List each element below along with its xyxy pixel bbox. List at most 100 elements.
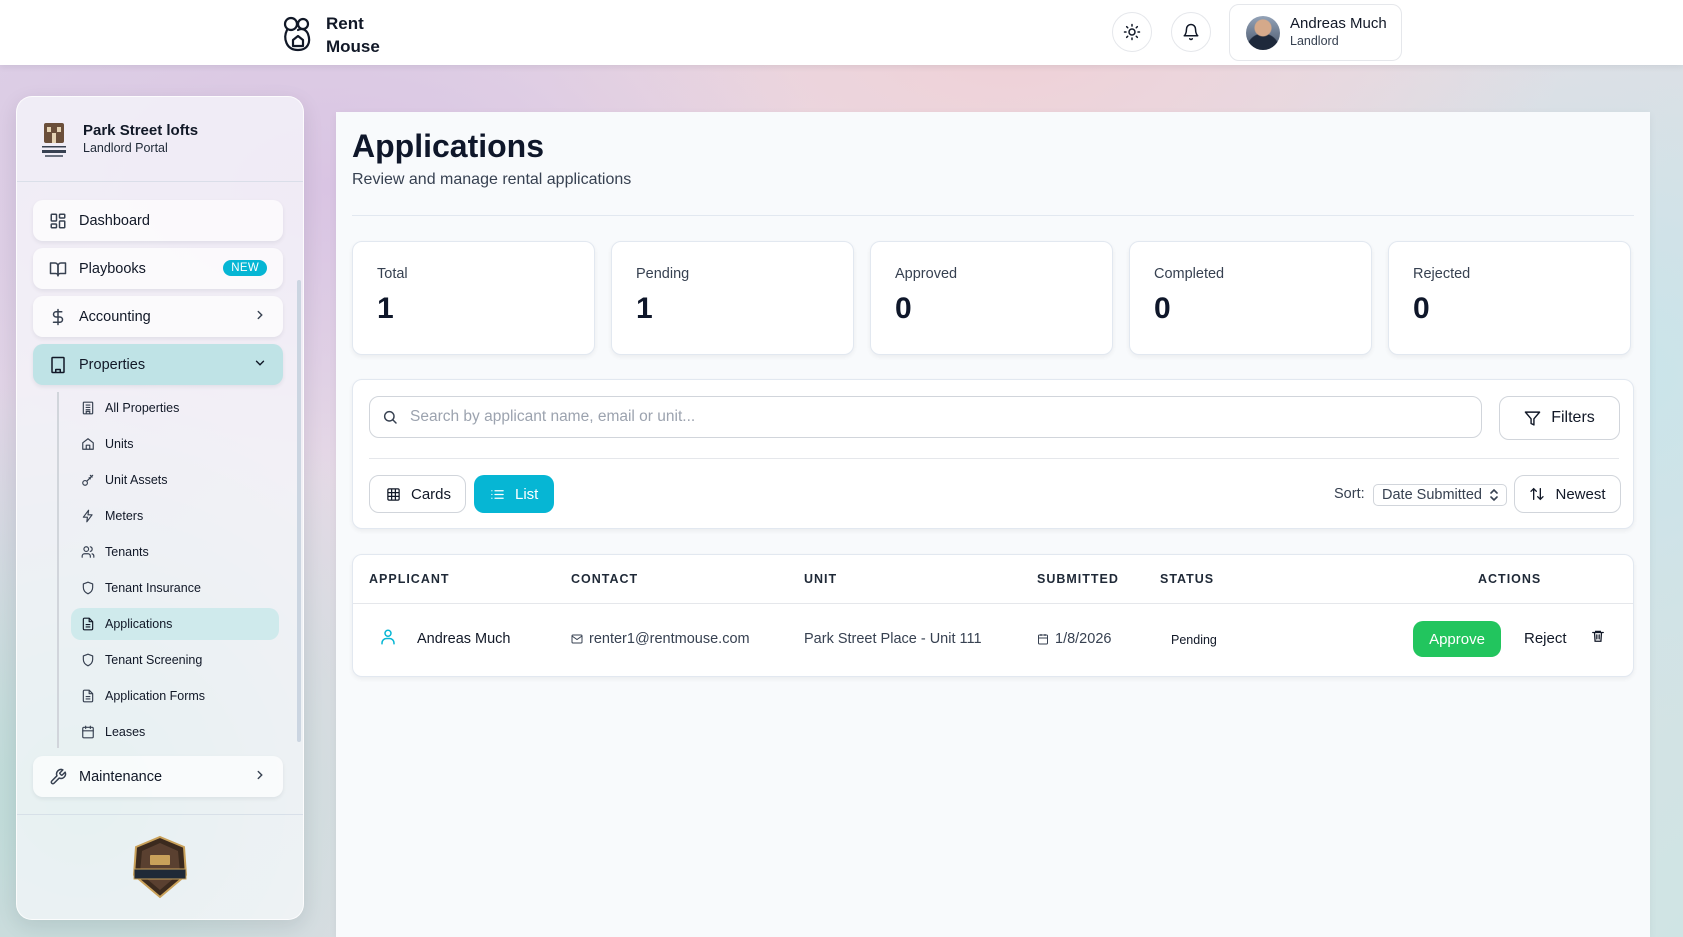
stat-value: 0	[1154, 292, 1171, 325]
sidebar-item-maintenance[interactable]: Maintenance	[33, 756, 283, 797]
top-bar: Rent Mouse Andreas Much Landlord	[0, 0, 1683, 65]
column-header-unit: UNIT	[804, 572, 838, 586]
divider	[352, 215, 1634, 216]
users-icon	[81, 545, 95, 559]
sidebar-subitem-all-properties[interactable]: All Properties	[71, 392, 279, 424]
sort-value: Date Submitted	[1382, 487, 1482, 503]
view-cards-button[interactable]: Cards	[369, 475, 466, 513]
sidebar-item-label: Dashboard	[79, 212, 150, 229]
reject-button[interactable]: Reject	[1524, 630, 1567, 647]
approve-button[interactable]: Approve	[1413, 621, 1501, 657]
mouse-logo-icon	[282, 16, 314, 54]
theme-toggle-button[interactable]	[1112, 12, 1152, 52]
dashboard-icon	[49, 212, 67, 230]
sidebar-header[interactable]: Park Street lofts Landlord Portal	[17, 97, 303, 182]
properties-submenu: All Properties Units Unit Assets Meters …	[57, 392, 283, 748]
sort-label: Sort:	[1334, 486, 1365, 502]
park-street-lofts-logo-icon	[39, 119, 69, 159]
search-box[interactable]	[369, 396, 1482, 438]
brand-name-line2: Mouse	[326, 37, 380, 56]
stat-value: 0	[895, 292, 912, 325]
home-icon	[81, 437, 95, 451]
sort-order-button[interactable]: Newest	[1514, 475, 1621, 513]
sort-arrows-icon	[1529, 486, 1545, 502]
sidebar-subitem-tenants[interactable]: Tenants	[71, 536, 279, 568]
sort-select[interactable]: Date Submitted	[1373, 484, 1507, 506]
stat-value: 1	[377, 292, 394, 325]
stat-card-completed: Completed 0	[1129, 241, 1372, 355]
column-header-contact: CONTACT	[571, 572, 639, 586]
org-name: Park Street lofts	[83, 122, 199, 139]
stat-label: Rejected	[1413, 266, 1471, 282]
stat-value: 0	[1413, 292, 1430, 325]
view-list-label: List	[515, 485, 539, 503]
user-name: Andreas Much	[1290, 15, 1387, 32]
chevron-right-icon	[253, 308, 267, 322]
table-row[interactable]: Andreas Much renter1@rentmouse.com Park …	[353, 604, 1633, 676]
dollar-icon	[49, 308, 67, 326]
sidebar-item-dashboard[interactable]: Dashboard	[33, 200, 283, 241]
sidebar-subitem-applications[interactable]: Applications	[71, 608, 279, 640]
sidebar-subitem-label: Tenants	[105, 545, 149, 559]
bolt-icon	[81, 509, 95, 523]
notifications-button[interactable]	[1171, 12, 1211, 52]
applicant-contact[interactable]: renter1@rentmouse.com	[571, 631, 750, 647]
calendar-icon	[1037, 633, 1049, 645]
stat-label: Completed	[1154, 266, 1225, 282]
brand-logo[interactable]: Rent Mouse	[282, 12, 386, 58]
sidebar-subitem-label: Applications	[105, 617, 173, 631]
sidebar-subitem-application-forms[interactable]: Application Forms	[71, 680, 279, 712]
bell-icon	[1182, 23, 1200, 41]
stat-card-pending: Pending 1	[611, 241, 854, 355]
divider	[369, 458, 1619, 459]
contact-email: renter1@rentmouse.com	[589, 631, 750, 647]
document-icon	[81, 617, 95, 631]
sort-order-label: Newest	[1555, 485, 1606, 503]
sidebar: Park Street lofts Landlord Portal Dashbo…	[16, 96, 304, 920]
status-badge: Pending	[1171, 633, 1217, 647]
table-header: APPLICANT CONTACT UNIT SUBMITTED STATUS …	[353, 555, 1633, 604]
sidebar-subitem-leases[interactable]: Leases	[71, 716, 279, 748]
sidebar-item-properties[interactable]: Properties	[33, 344, 283, 385]
sidebar-item-label: Accounting	[79, 308, 151, 325]
pro-founding-member-badge-icon	[128, 835, 192, 899]
sidebar-subitem-meters[interactable]: Meters	[71, 500, 279, 532]
column-header-applicant: APPLICANT	[369, 572, 450, 586]
view-list-button[interactable]: List	[474, 475, 554, 513]
filters-button[interactable]: Filters	[1499, 396, 1620, 440]
sidebar-subitem-tenant-screening[interactable]: Tenant Screening	[71, 644, 279, 676]
main-content: Applications Review and manage rental ap…	[336, 112, 1650, 937]
stat-card-approved: Approved 0	[870, 241, 1113, 355]
stat-label: Approved	[895, 266, 958, 282]
list-icon	[490, 487, 505, 502]
sidebar-nav: Dashboard Playbooks NEW Accounting Prope…	[33, 200, 283, 804]
sidebar-subitem-label: Units	[105, 437, 134, 451]
sidebar-item-accounting[interactable]: Accounting	[33, 296, 283, 337]
stat-label: Total	[377, 266, 408, 282]
new-badge: NEW	[223, 260, 267, 276]
search-input[interactable]	[410, 408, 1410, 426]
column-header-actions: ACTIONS	[1478, 572, 1542, 586]
view-cards-label: Cards	[411, 485, 452, 503]
document-icon	[81, 689, 95, 703]
sidebar-subitem-units[interactable]: Units	[71, 428, 279, 460]
sidebar-subitem-label: All Properties	[105, 401, 180, 415]
sidebar-item-playbooks[interactable]: Playbooks NEW	[33, 248, 283, 289]
search-icon	[382, 409, 398, 425]
sidebar-subitem-unit-assets[interactable]: Unit Assets	[71, 464, 279, 496]
stat-card-rejected: Rejected 0	[1388, 241, 1631, 355]
stats-row: Total 1 Pending 1 Approved 0 Completed 0…	[352, 241, 1631, 355]
shield-icon	[81, 581, 95, 595]
sidebar-subitem-tenant-insurance[interactable]: Tenant Insurance	[71, 572, 279, 604]
stat-card-total: Total 1	[352, 241, 595, 355]
sidebar-subitem-label: Tenant Insurance	[105, 581, 201, 595]
unit-name: Park Street Place - Unit 111	[804, 631, 982, 647]
applications-table: APPLICANT CONTACT UNIT SUBMITTED STATUS …	[352, 554, 1634, 677]
trash-icon[interactable]	[1591, 628, 1605, 644]
page-subtitle: Review and manage rental applications	[352, 171, 632, 188]
user-menu[interactable]: Andreas Much Landlord	[1229, 4, 1402, 61]
applicant-name[interactable]: Andreas Much	[417, 631, 511, 647]
sidebar-subitem-label: Leases	[105, 725, 146, 739]
sidebar-scrollbar[interactable]	[297, 280, 301, 742]
filter-icon	[1524, 410, 1541, 427]
